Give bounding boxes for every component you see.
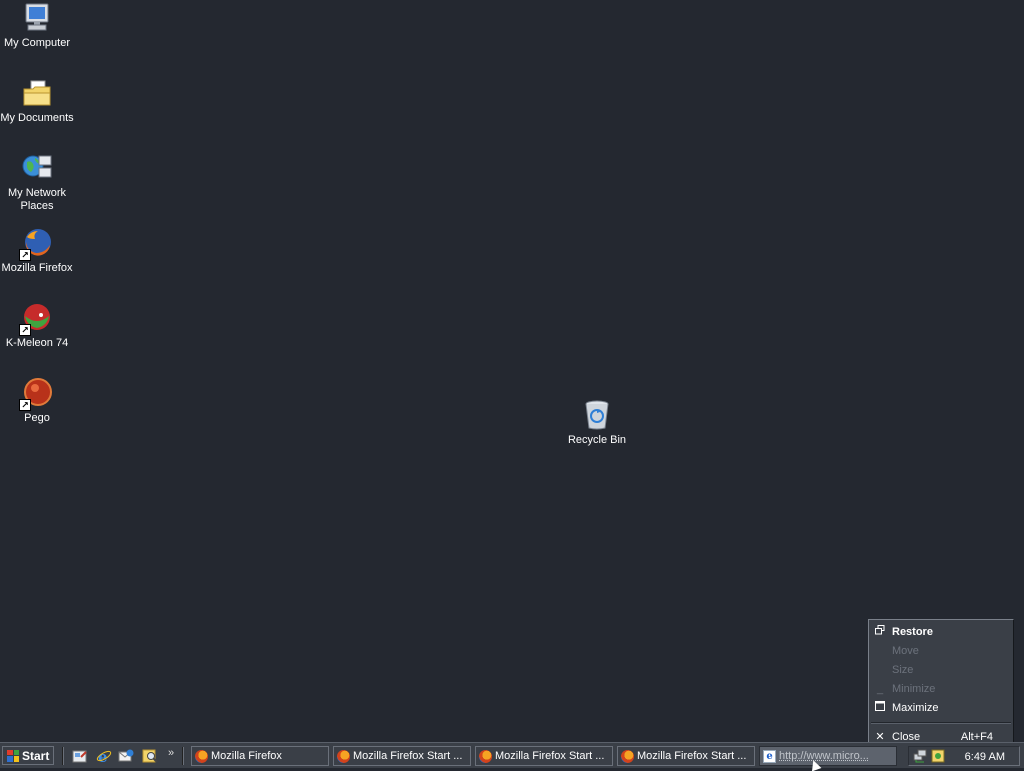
firefox-icon: ↗ <box>21 227 53 259</box>
firefox-icon <box>479 750 492 763</box>
desktop-icon-network-places[interactable]: My Network Places <box>0 152 74 213</box>
desktop-icon-my-computer[interactable]: My Computer <box>0 2 74 50</box>
taskbar-button-firefox-start-3[interactable]: Mozilla Firefox Start ... <box>617 746 755 766</box>
menu-item-move: Move <box>869 642 1013 661</box>
taskbar-button-firefox[interactable]: Mozilla Firefox <box>191 746 329 766</box>
desktop-icon-k-meleon[interactable]: ↗ K-Meleon 74 <box>0 302 74 350</box>
firefox-icon <box>621 750 634 763</box>
firefox-icon <box>337 750 350 763</box>
desktop-icon-pego[interactable]: ↗ Pego <box>0 377 74 425</box>
minimize-icon: _ <box>873 680 887 699</box>
window-context-menu: Restore Move Size _ Minimize Maximize ✕ … <box>868 619 1014 745</box>
taskbar-button-firefox-start-2[interactable]: Mozilla Firefox Start ... <box>475 746 613 766</box>
menu-item-maximize[interactable]: Maximize <box>869 699 1013 718</box>
taskbar: Start e » Mozilla Firefox Mozilla Firefo… <box>0 742 1024 768</box>
taskbar-button-firefox-start-1[interactable]: Mozilla Firefox Start ... <box>333 746 471 766</box>
pego-icon: ↗ <box>21 377 53 409</box>
shortcut-arrow-icon: ↗ <box>19 399 31 411</box>
outlook-express-icon[interactable] <box>118 748 134 764</box>
network-tray-icon[interactable] <box>913 749 927 763</box>
clock[interactable]: 6:49 AM <box>965 751 1005 763</box>
maximize-icon <box>873 699 887 718</box>
menu-item-minimize: _ Minimize <box>869 680 1013 699</box>
security-tray-icon[interactable] <box>931 749 945 763</box>
search-icon[interactable] <box>142 748 158 764</box>
menu-item-size: Size <box>869 661 1013 680</box>
windows-logo-icon <box>7 750 19 762</box>
shortcut-arrow-icon: ↗ <box>19 249 31 261</box>
menu-item-restore[interactable]: Restore <box>869 623 1013 642</box>
quick-launch-overflow-chevron-icon[interactable]: » <box>168 747 174 759</box>
restore-icon <box>873 623 887 642</box>
desktop-icon-my-documents[interactable]: My Documents <box>0 77 74 125</box>
network-places-icon <box>21 152 53 184</box>
my-documents-icon <box>21 77 53 109</box>
show-desktop-icon[interactable] <box>72 748 88 764</box>
desktop-icon-label: Recycle Bin <box>560 434 634 447</box>
desktop-icon-label: Mozilla Firefox <box>0 262 74 275</box>
desktop-icon-label: My Documents <box>0 112 74 125</box>
menu-separator <box>871 722 1011 724</box>
shortcut-arrow-icon: ↗ <box>19 324 31 336</box>
internet-explorer-icon: e <box>763 750 776 763</box>
internet-explorer-icon[interactable]: e <box>96 748 112 764</box>
firefox-icon <box>195 750 208 763</box>
desktop-icon-firefox[interactable]: ↗ Mozilla Firefox <box>0 227 74 275</box>
k-meleon-icon: ↗ <box>21 302 53 334</box>
taskbar-separator <box>182 747 184 765</box>
desktop-icon-label: Pego <box>0 412 74 425</box>
desktop-icon-label: My Computer <box>0 37 74 50</box>
desktop-icon-recycle-bin[interactable]: Recycle Bin <box>560 399 634 447</box>
recycle-bin-icon <box>581 399 613 431</box>
taskbar-separator <box>62 747 64 765</box>
desktop-icon-label: K-Meleon 74 <box>0 337 74 350</box>
my-computer-icon <box>21 2 53 34</box>
system-tray: 6:49 AM <box>908 746 1020 766</box>
start-button[interactable]: Start <box>2 746 54 765</box>
desktop-icon-label: My Network Places <box>0 187 74 213</box>
taskbar-button-ie-microsoft[interactable]: e http://www.micro... <box>759 746 897 766</box>
